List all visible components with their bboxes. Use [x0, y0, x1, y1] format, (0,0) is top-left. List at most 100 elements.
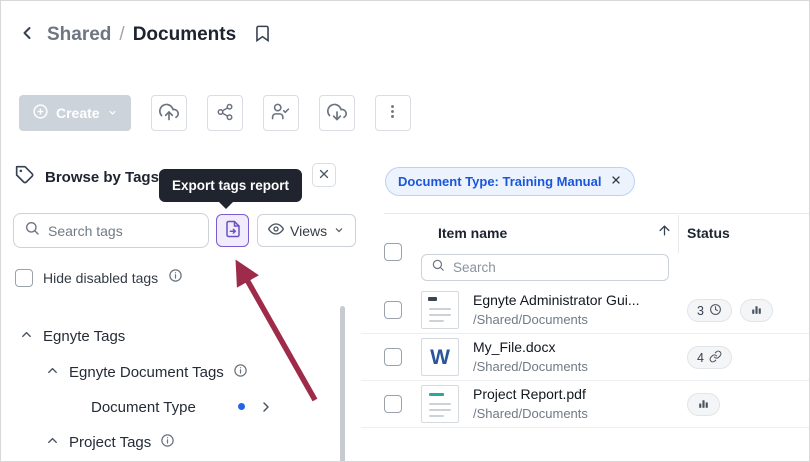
tree-item-label: Egnyte Tags [43, 328, 125, 345]
close-tags-panel-button[interactable] [312, 163, 336, 187]
link-icon [709, 350, 722, 366]
file-path: /Shared/Documents [473, 406, 588, 421]
info-icon [233, 363, 248, 382]
pending-tasks-badge[interactable]: 3 [687, 299, 732, 322]
status-badges: 4 [687, 346, 732, 369]
info-icon [168, 268, 183, 288]
tags-panel-header: Browse by Tags [15, 165, 159, 190]
insights-badge[interactable] [740, 299, 773, 322]
table-row[interactable]: Project Report.pdf /Shared/Documents [361, 381, 810, 428]
status-badges [687, 393, 720, 416]
export-tags-report-button[interactable] [216, 214, 249, 247]
share-button[interactable] [207, 95, 243, 131]
tree-item-egnyte-tags[interactable]: Egnyte Tags [1, 324, 337, 348]
file-name[interactable]: Project Report.pdf [473, 386, 586, 402]
export-report-icon [224, 220, 242, 241]
export-tags-report-tooltip: Export tags report [159, 169, 302, 202]
close-icon [317, 167, 331, 184]
download-button[interactable] [319, 95, 355, 131]
links-badge[interactable]: 4 [687, 346, 732, 369]
download-cloud-icon [327, 102, 347, 125]
tree-item-label: Document Type [91, 399, 196, 416]
views-label: Views [290, 223, 327, 239]
kebab-menu-icon [384, 103, 401, 123]
breadcrumb-parent[interactable]: Shared [47, 24, 111, 46]
chevron-up-icon [45, 433, 60, 452]
table-row[interactable]: W My_File.docx /Shared/Documents 4 [361, 334, 810, 381]
active-filter-dot [238, 403, 245, 410]
row-checkbox[interactable] [384, 395, 402, 413]
bookmark-icon [253, 22, 272, 48]
filter-chip-document-type[interactable]: Document Type: Training Manual [385, 167, 635, 196]
close-icon [610, 174, 622, 189]
column-divider [678, 215, 679, 253]
chevron-down-icon [333, 223, 345, 239]
more-options-button[interactable] [375, 95, 411, 131]
file-path: /Shared/Documents [473, 359, 588, 374]
remove-filter-button[interactable] [610, 174, 622, 189]
tree-item-label: Project Tags [69, 434, 151, 451]
tree-item-egnyte-document-tags[interactable]: Egnyte Document Tags [1, 360, 337, 384]
table-top-divider [384, 213, 810, 214]
hide-disabled-tags-label: Hide disabled tags [43, 270, 158, 286]
egnyte-app-window: Shared / Documents Create [0, 0, 810, 462]
bar-chart-icon [697, 397, 710, 413]
tree-item-label: Egnyte Document Tags [69, 364, 224, 381]
user-permissions-icon [271, 102, 290, 124]
views-dropdown-button[interactable]: Views [257, 214, 356, 247]
item-search-input[interactable] [453, 260, 659, 275]
badge-count: 3 [697, 304, 704, 318]
tag-search-box [13, 213, 209, 248]
document-thumbnail [421, 385, 459, 423]
chevron-up-icon [45, 363, 60, 382]
word-document-icon: W [421, 338, 459, 376]
tree-item-document-type[interactable]: Document Type [1, 395, 337, 419]
row-checkbox[interactable] [384, 348, 402, 366]
hide-disabled-tags-row: Hide disabled tags [15, 268, 183, 288]
share-icon [216, 103, 234, 124]
files-panel: Document Type: Training Manual Item name… [361, 151, 810, 462]
views-icon [268, 221, 284, 240]
row-checkbox[interactable] [384, 301, 402, 319]
create-button-label: Create [56, 105, 100, 121]
chevron-up-icon [19, 327, 34, 346]
bookmark-button[interactable] [253, 22, 272, 48]
badge-count: 4 [697, 351, 704, 365]
back-button[interactable] [15, 21, 39, 48]
hide-disabled-tags-checkbox[interactable] [15, 269, 33, 287]
panel-scrollbar[interactable] [340, 306, 345, 462]
file-path: /Shared/Documents [473, 312, 588, 327]
upload-cloud-icon [159, 102, 179, 125]
table-row[interactable]: Egnyte Administrator Gui... /Shared/Docu… [361, 287, 810, 334]
info-icon [160, 433, 175, 452]
chevron-left-icon [17, 23, 37, 46]
table-search-box [421, 254, 669, 281]
chevron-down-icon [107, 105, 118, 121]
tag-icon [15, 165, 35, 190]
document-thumbnail [421, 291, 459, 329]
insights-badge[interactable] [687, 393, 720, 416]
upload-button[interactable] [151, 95, 187, 131]
status-badges: 3 [687, 299, 773, 322]
permissions-button[interactable] [263, 95, 299, 131]
file-name[interactable]: Egnyte Administrator Gui... [473, 292, 640, 308]
search-icon [24, 220, 40, 241]
bar-chart-icon [750, 303, 763, 319]
create-button[interactable]: Create [19, 95, 131, 131]
chevron-right-icon[interactable] [258, 399, 274, 415]
page-title: Documents [133, 24, 236, 46]
select-all-checkbox[interactable] [384, 243, 402, 261]
sort-ascending-icon[interactable] [657, 223, 672, 238]
file-name[interactable]: My_File.docx [473, 339, 555, 355]
search-icon [431, 258, 445, 277]
filter-chip-label: Document Type: Training Manual [398, 174, 601, 189]
column-header-status[interactable]: Status [687, 225, 730, 241]
tree-item-project-tags[interactable]: Project Tags [1, 430, 337, 454]
plus-circle-icon [32, 103, 49, 123]
column-header-item-name[interactable]: Item name [438, 225, 507, 241]
action-toolbar: Create [19, 95, 411, 131]
breadcrumb-separator: / [119, 24, 124, 46]
search-tags-input[interactable] [48, 223, 198, 239]
breadcrumb: Shared / Documents [15, 21, 272, 48]
clock-icon [709, 303, 722, 319]
